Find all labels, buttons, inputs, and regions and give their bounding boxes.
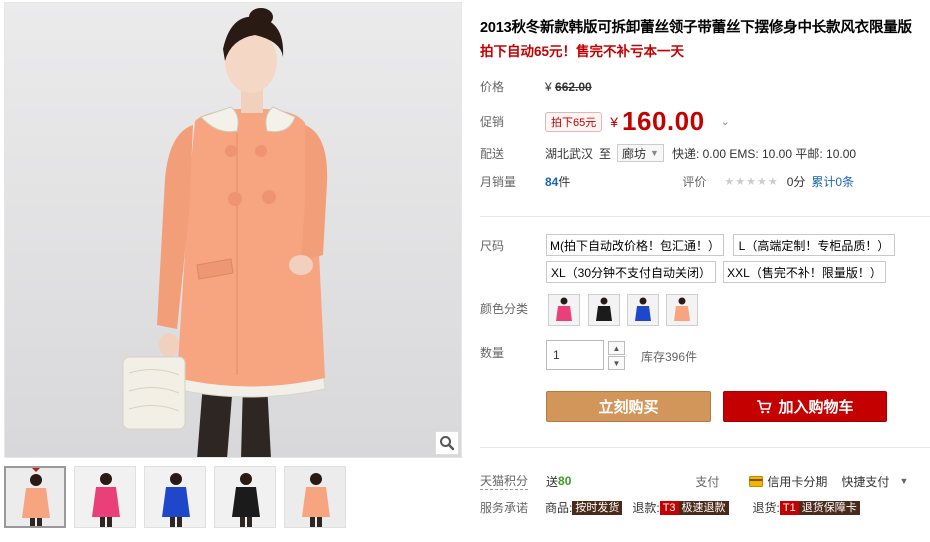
- size-label: 尺码: [480, 239, 505, 253]
- sales-unit: 件: [558, 175, 571, 189]
- promo-badge: 拍下65元: [545, 111, 603, 132]
- original-price: ¥ 662.00: [545, 80, 592, 94]
- rating-label: 评价: [682, 175, 707, 189]
- divider: [480, 216, 930, 217]
- price-label: 价格: [480, 80, 505, 94]
- chevron-down-icon[interactable]: ⌄: [721, 115, 730, 128]
- buy-now-button[interactable]: 立刻购买: [546, 391, 711, 422]
- product-title: 2013秋冬新款韩版可拆卸蕾丝领子带蕾丝下摆修身中长款风衣限量版: [480, 20, 912, 36]
- destination-select[interactable]: 廊坊 ▼: [617, 144, 664, 162]
- delivery-row: 配送 湖北武汉 至 廊坊 ▼ 快递: 0.00 EMS: 10.00 平邮: 1…: [480, 144, 856, 162]
- currency-symbol: ¥: [545, 79, 552, 94]
- credit-installment[interactable]: 信用卡分期: [767, 473, 827, 490]
- size-option-m[interactable]: M(拍下自动改价格！包汇通！）: [546, 234, 724, 256]
- points-value: 80: [558, 474, 572, 488]
- rating-stars: ★★★★★: [724, 176, 779, 188]
- caret-down-icon: ▼: [650, 148, 659, 158]
- original-price-value: 662.00: [555, 79, 592, 94]
- sales-count: 84: [545, 174, 559, 189]
- price-row: 价格 ¥ 662.00: [480, 78, 592, 95]
- stock-count: 库存396件: [641, 350, 698, 364]
- model-illustration: [5, 3, 461, 457]
- sales-label: 月销量: [480, 175, 517, 189]
- thumbnail-black[interactable]: [214, 466, 276, 528]
- thumbnail-peach[interactable]: [4, 466, 66, 528]
- shipping-fees: 快递: 0.00 EMS: 10.00 平邮: 10.00: [671, 146, 857, 161]
- zoom-magnifier-icon[interactable]: [435, 431, 459, 455]
- size-option-xxl[interactable]: XXL（售完不补！限量版！）: [723, 261, 886, 283]
- on-time-shipping-badge[interactable]: 按时发货: [572, 500, 623, 515]
- points-prefix: 送: [546, 474, 559, 489]
- caret-up-icon[interactable]: ▲: [608, 341, 625, 355]
- add-to-cart-button[interactable]: 加入购物车: [723, 391, 887, 422]
- rating-score: 0分: [786, 175, 806, 189]
- color-swatch-peach[interactable]: [666, 294, 698, 326]
- return-guarantee-badge[interactable]: 退货保障卡: [798, 500, 860, 515]
- size-option-l[interactable]: L（高端定制！专柜品质！）: [733, 234, 895, 256]
- buy-now-label: 立刻购买: [598, 399, 659, 416]
- color-swatch-black[interactable]: [588, 294, 620, 326]
- fast-refund-badge[interactable]: 极速退款: [678, 500, 729, 515]
- divider: [480, 447, 930, 448]
- main-product-image[interactable]: [4, 2, 462, 458]
- points-row: 天猫积分 送 80 支付 信用卡分期 快捷支付 ▼: [480, 472, 908, 490]
- shopping-cart-icon: [757, 399, 773, 413]
- caret-down-icon[interactable]: ▼: [608, 356, 625, 370]
- quantity-input[interactable]: [546, 340, 604, 370]
- color-row: 颜色分类: [480, 300, 545, 317]
- promo-currency: ¥: [610, 113, 619, 130]
- ship-to-label: 至: [599, 146, 612, 161]
- refund-code-badge: T3: [659, 500, 679, 515]
- sales-row: 月销量 84 件 评价 ★★★★★ 0分 累计0条: [480, 173, 854, 190]
- service-label: 服务承诺: [480, 501, 529, 515]
- points-label[interactable]: 天猫积分: [480, 472, 529, 490]
- payment-label: 支付: [695, 474, 720, 489]
- quantity-row: 数量: [480, 344, 545, 361]
- service-row: 服务承诺 商品: 按时发货 退款: T3 极速退款 退货: T1 退货保障卡: [480, 499, 860, 516]
- size-option-xl[interactable]: XL（30分钟不支付自动关闭）: [546, 261, 716, 283]
- quick-pay[interactable]: 快捷支付: [841, 473, 889, 490]
- destination-city: 廊坊: [622, 146, 647, 161]
- ship-from: 湖北武汉: [545, 146, 594, 161]
- color-swatch-blue[interactable]: [627, 294, 659, 326]
- return-code-badge: T1: [779, 500, 799, 515]
- color-swatch-pink[interactable]: [548, 294, 580, 326]
- thumbnail-peach-back[interactable]: [284, 466, 346, 528]
- quantity-label: 数量: [480, 346, 505, 360]
- promo-row: 促销 拍下65元 ¥ 160.00 ⌄: [480, 106, 730, 137]
- add-to-cart-label: 加入购物车: [778, 399, 854, 416]
- stock-info: 库存396件: [641, 348, 697, 365]
- size-row: 尺码: [480, 237, 545, 254]
- goods-label: 商品:: [545, 501, 573, 515]
- thumbnail-strip: [4, 466, 354, 528]
- delivery-label: 配送: [480, 146, 505, 161]
- product-subtitle: 拍下自动65元！售完不补亏本一天: [480, 44, 685, 59]
- thumbnail-blue[interactable]: [144, 466, 206, 528]
- thumbnail-pink[interactable]: [74, 466, 136, 528]
- return-label: 退货:: [752, 501, 780, 515]
- refund-label: 退款:: [632, 501, 660, 515]
- product-gallery: [4, 2, 462, 540]
- promo-label: 促销: [480, 115, 505, 129]
- credit-card-icon: [749, 475, 764, 487]
- promo-price: 160.00: [622, 106, 705, 136]
- review-count-link[interactable]: 累计0条: [811, 173, 854, 190]
- color-label: 颜色分类: [480, 302, 529, 316]
- caret-down-icon[interactable]: ▼: [899, 476, 908, 486]
